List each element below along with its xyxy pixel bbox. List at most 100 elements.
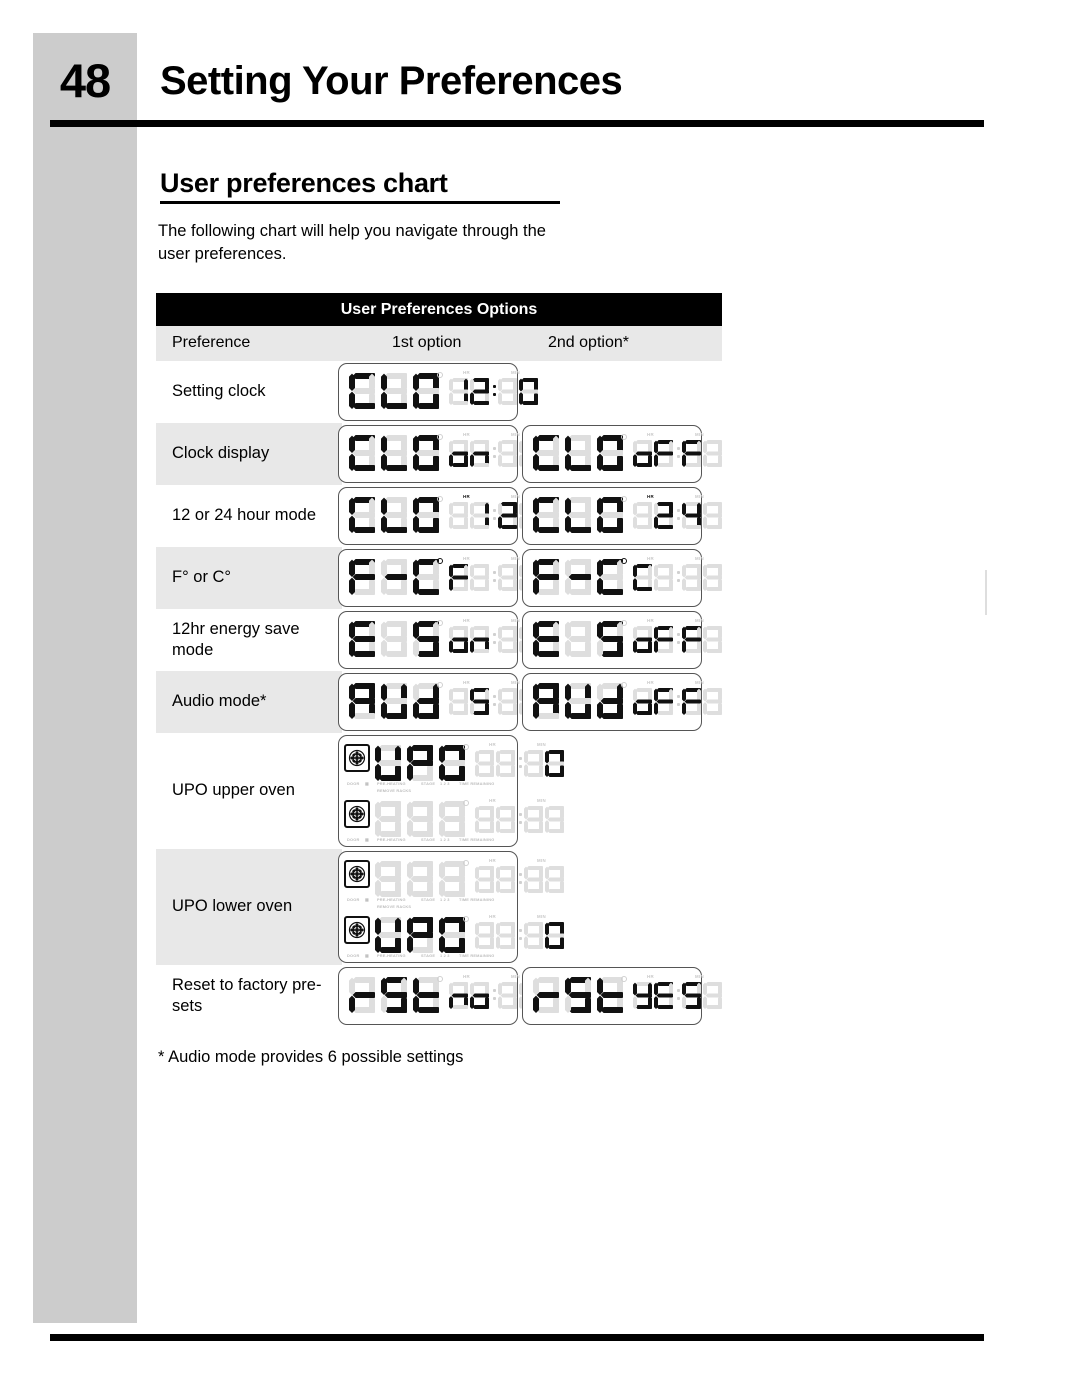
stage-numbers-label: 1 2 3 [440,897,450,902]
door-icon: ▦ [365,897,369,902]
degree-indicator [463,916,469,922]
lcd-colon [517,750,524,774]
degree-indicator [621,496,627,502]
seven-segment-digit [703,502,724,534]
min-indicator-label: MIN [511,432,520,437]
seven-segment-digit [545,922,566,954]
seven-segment-digit [407,745,436,786]
option-2-display: HR MIN [522,425,724,483]
lcd-display-panel: HR MIN [338,549,540,607]
seven-segment-digit [470,982,491,1014]
seven-segment-digit [565,559,594,600]
min-indicator-label: MIN [537,742,546,747]
seven-segment-digit [565,683,594,724]
time-remaining-label: TIME REMAINING [459,781,495,786]
seven-segment-digit [682,440,703,472]
seven-segment-digit [375,745,404,786]
seven-segment-digit [682,626,703,658]
degree-indicator [437,434,443,440]
seven-segment-digit [703,440,724,472]
seven-segment-digit [545,866,566,898]
seven-segment-digit [449,440,470,472]
lcd-display-panel: HR MIN [338,967,540,1025]
min-indicator-label: MIN [511,494,520,499]
table-column-headers: Preference 1st option 2nd option* [156,326,722,361]
seven-segment-digit [533,621,562,662]
hr-indicator-label: HR [647,680,654,685]
page-side-strip [33,33,137,1323]
option-2-display: HR MIN [522,673,724,731]
lcd-word-display [375,745,468,786]
lcd-word-display [533,559,626,600]
option-1-display: HR MIN [338,611,540,669]
option-1-display: HR MIN [338,673,540,731]
lcd-word-display [533,435,626,476]
seven-segment-digit [349,977,378,1018]
seven-segment-digit [654,440,675,472]
lcd-word-display [375,917,468,958]
seven-segment-digit [597,977,626,1018]
lcd-colon [491,688,498,712]
lcd-colon [675,982,682,1006]
seven-segment-digit [533,559,562,600]
lcd-colon [517,806,524,830]
seven-segment-digit [381,373,410,414]
seven-segment-digit [496,750,517,782]
seven-segment-digit [519,378,540,410]
seven-segment-digit [496,922,517,954]
hr-indicator-label: HR [463,494,470,499]
lcd-word-display [375,861,468,902]
option-1-display: HR MIN [338,363,540,421]
lcd-colon [491,440,498,464]
lcd-time-display [633,982,724,1014]
time-remaining-label: TIME REMAINING [459,897,495,902]
door-icon: ▦ [365,837,369,842]
seven-segment-digit [682,688,703,720]
seven-segment-digit [496,806,517,838]
page-title: Setting Your Preferences [160,59,623,103]
table-row: 12 or 24 hour mode HR MIN HR MIN [156,485,724,547]
seven-segment-digit [533,977,562,1018]
remove-racks-label: REMOVE RACKS [377,904,412,909]
lcd-colon [675,688,682,712]
seven-segment-digit [597,683,626,724]
degree-indicator [437,372,443,378]
min-indicator-label: MIN [537,858,546,863]
stage-numbers-label: 1 2 3 [440,953,450,958]
hr-indicator-label: HR [463,556,470,561]
seven-segment-digit [449,378,470,410]
seven-segment-digit [349,621,378,662]
lcd-time-display [475,922,566,954]
lcd-display-panel: HR MIN [338,487,540,545]
seven-segment-digit [407,917,436,958]
seven-segment-digit [439,861,468,902]
seven-segment-digit [533,497,562,538]
option-1-display: HR MIN DOOR ▦ PRE-HEATING STAGE 1 2 3 TIM… [338,735,566,847]
seven-segment-digit [633,564,654,596]
seven-segment-digit [349,497,378,538]
seven-segment-digit [413,435,442,476]
seven-segment-digit [597,621,626,662]
stage-label: STAGE [421,953,436,958]
table-row: F° or C° HR MIN HR MIN [156,547,724,609]
seven-segment-digit [498,564,519,596]
min-indicator-label: MIN [695,494,704,499]
manual-page: 48 Setting Your Preferences User prefere… [0,0,1080,1397]
hr-indicator-label: HR [647,974,654,979]
seven-segment-digit [413,683,442,724]
seven-segment-digit [597,559,626,600]
table-row: Clock display HR MIN HR MIN [156,423,724,485]
degree-indicator [621,976,627,982]
door-label: DOOR [347,837,360,842]
degree-indicator [463,744,469,750]
min-indicator-label: MIN [511,370,520,375]
seven-segment-digit [682,982,703,1014]
degree-indicator [437,620,443,626]
lcd-colon [675,626,682,650]
hr-indicator-label: HR [489,914,496,919]
hr-indicator-label: HR [463,680,470,685]
footer-rule [50,1334,984,1341]
preference-label: F° or C° [172,568,232,586]
lcd-colon [675,564,682,588]
seven-segment-digit [375,801,404,842]
